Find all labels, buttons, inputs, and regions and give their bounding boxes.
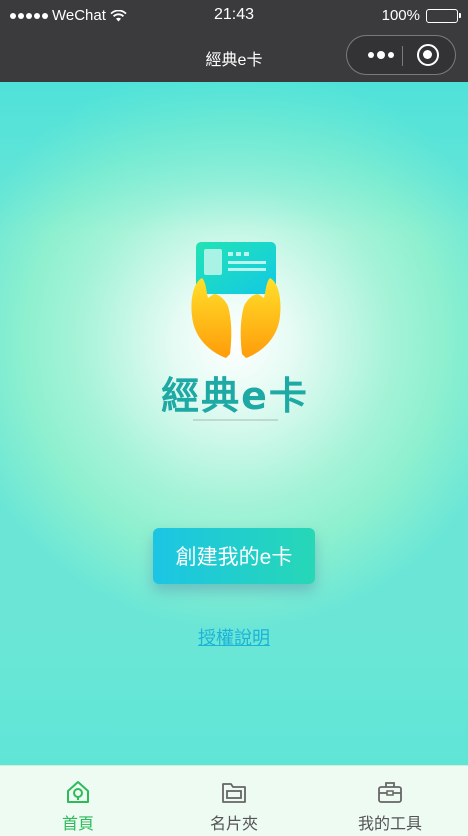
status-bar: WeChat 21:43 100% [0,0,468,32]
folder-icon [222,783,246,803]
tab-label-home: 首頁 [61,816,94,833]
bottom-tab-bar: 首頁 名片夾 我的工具 [0,765,468,836]
capsule-divider [402,46,403,66]
tab-home[interactable]: 首頁 [0,766,156,836]
home-icon [67,781,89,803]
brand-divider [193,419,278,421]
tab-label-card-holder: 名片夾 [209,816,258,833]
battery-group: 100% [381,7,461,24]
battery-percent: 100% [381,7,420,24]
tab-label-my-tools: 我的工具 [357,816,422,833]
navigation-bar: 經典e卡 [0,32,468,82]
authorization-info-link[interactable]: 授權說明 [0,624,468,650]
brand-logo-text: 經典e卡 [161,374,309,418]
toolbox-icon [378,782,402,803]
tab-card-holder[interactable]: 名片夾 [156,766,312,836]
more-button[interactable] [361,36,401,74]
close-miniprogram-button[interactable] [417,44,439,66]
capsule-menu [346,35,456,75]
more-dots-icon [368,52,374,58]
create-card-button[interactable]: 創建我的e卡 [153,528,315,584]
battery-icon [426,8,461,23]
card-hands-logo-icon [191,242,281,358]
main-content: 經典e卡 創建我的e卡 授權說明 [0,82,468,765]
tab-my-tools[interactable]: 我的工具 [312,766,468,836]
